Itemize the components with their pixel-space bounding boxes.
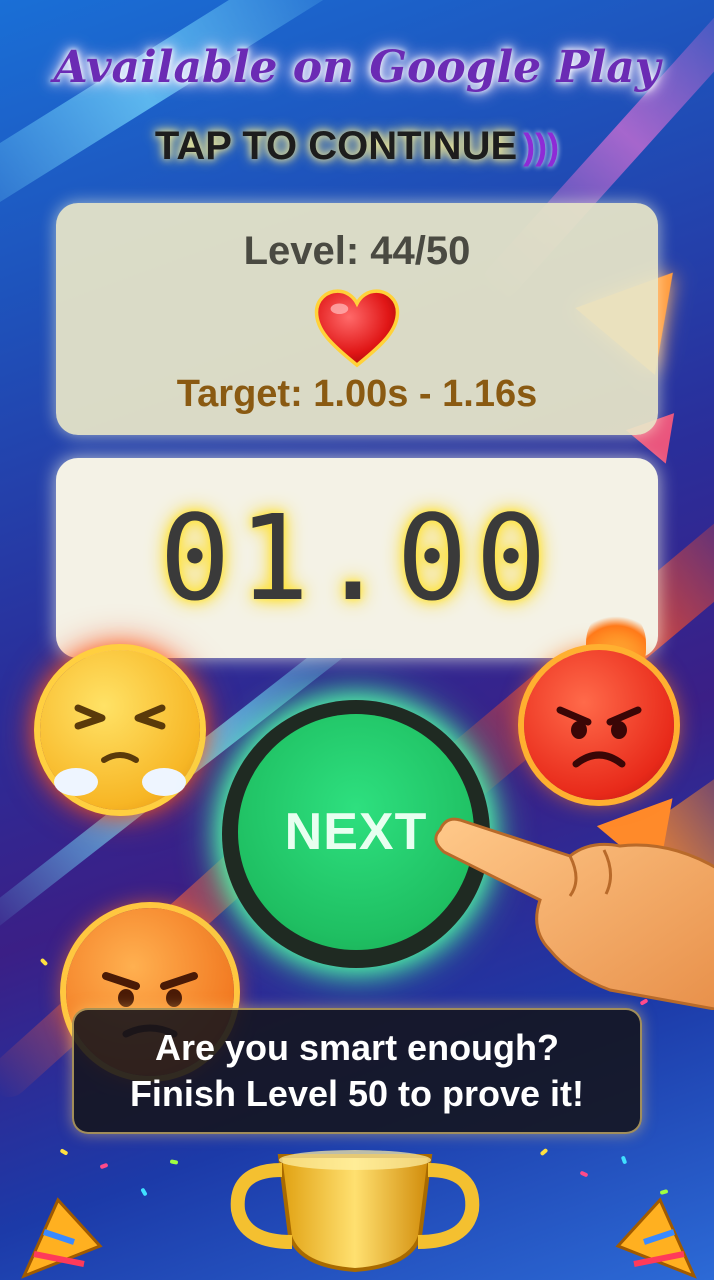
promo-line-1: Are you smart enough? (154, 1027, 560, 1068)
tap-prompt-label: TAP TO CONTINUE (154, 124, 518, 168)
next-button-label: NEXT (284, 803, 428, 861)
promo-line-2: Finish Level 50 to prove it! (129, 1073, 585, 1114)
level-indicator: Level: 44/50 (243, 229, 471, 273)
timer-display: 01.00 (56, 458, 658, 658)
pointing-hand-icon (434, 817, 714, 1010)
sound-waves-icon: ))) (523, 126, 560, 167)
angry-fire-emoji (524, 650, 674, 800)
tap-to-continue[interactable]: TAP TO CONTINUE))) (0, 124, 714, 169)
party-popper-icon (615, 1197, 697, 1279)
level-panel: Level: 44/50 Target: 1.00s - 1.16s (56, 203, 658, 435)
store-headline: Available on Google Play (53, 42, 661, 93)
target-range: Target: 1.00s - 1.16s (176, 373, 538, 415)
timer-value: 01.00 (159, 489, 555, 627)
huffing-emoji (40, 650, 200, 810)
promo-banner: Are you smart enough? Finish Level 50 to… (72, 1008, 642, 1134)
party-popper-icon (21, 1197, 103, 1279)
heart-icon (314, 289, 400, 368)
trophy-icon (230, 1150, 480, 1273)
